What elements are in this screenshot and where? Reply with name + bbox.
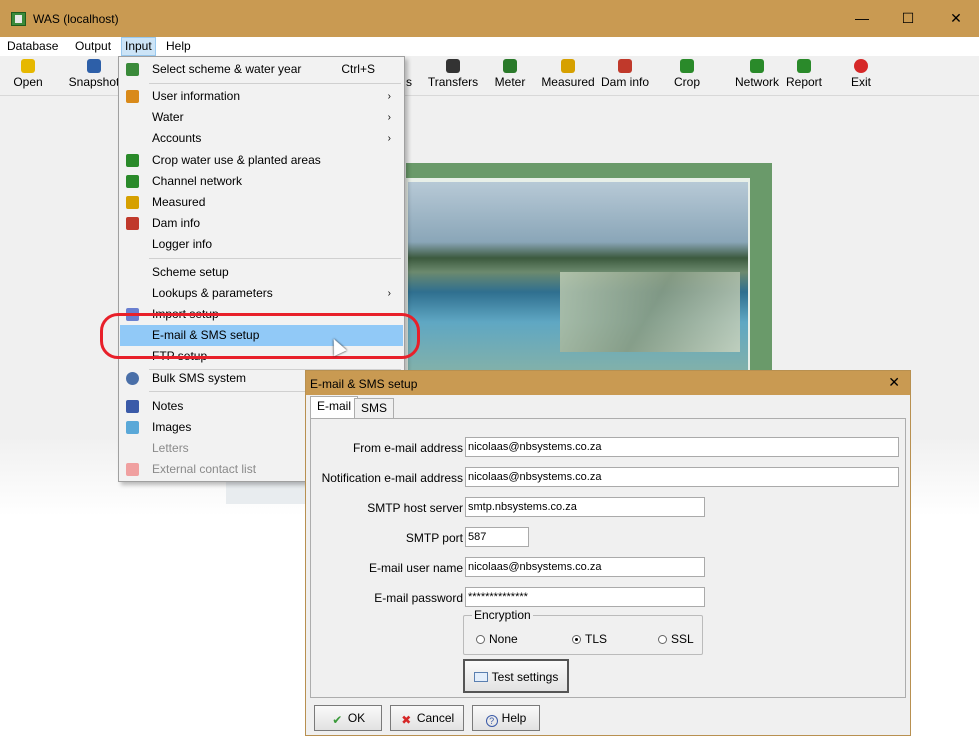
crop-button[interactable]: Crop [670,56,704,96]
envelope-icon [473,672,488,682]
report-icon [797,59,811,73]
transfers-button[interactable]: Transfers [426,56,480,96]
menu-dam-info[interactable]: Dam info [120,213,403,234]
smtp-port-input[interactable] [465,527,529,547]
toolbar-partial-button[interactable]: s [404,56,414,96]
dialog-title-bar: E-mail & SMS setup ✕ [306,371,910,395]
snapshot-button[interactable]: Snapshot [68,56,120,96]
checkmark-icon: ✔ [332,713,343,727]
menu-lookups-parameters[interactable]: Lookups & parameters › [120,283,403,304]
email-settings-panel: From e-mail address Notification e-mail … [310,418,906,698]
ruler-icon [126,196,139,209]
network-button[interactable]: Network [732,56,782,96]
highlight-annotation [100,313,420,359]
scheme-icon [126,63,139,76]
menu-scheme-setup[interactable]: Scheme setup [120,262,403,283]
measured-button[interactable]: Measured [540,56,596,96]
exit-icon [854,59,868,73]
meter-icon [503,59,517,73]
menu-help[interactable]: Help [166,39,191,53]
save-icon [87,59,101,73]
cancel-button[interactable]: ✖ Cancel [390,705,464,731]
from-email-label: From e-mail address [352,441,463,455]
notification-email-input[interactable] [465,467,899,487]
radio-none[interactable]: None [476,632,518,646]
phone-icon [126,463,139,476]
email-username-label: E-mail user name [368,561,463,575]
menu-accounts[interactable]: Accounts › [120,128,403,149]
network-icon [750,59,764,73]
menu-crop-water-use[interactable]: Crop water use & planted areas [120,150,403,171]
sms-icon [126,372,139,385]
encryption-group: Encryption None TLS SSL [463,608,703,655]
crop-icon [126,154,139,167]
users-icon [126,90,139,103]
from-email-input[interactable] [465,437,899,457]
meter-button[interactable]: Meter [490,56,530,96]
menu-database[interactable]: Database [7,39,58,53]
tab-sms[interactable]: SMS [354,398,395,418]
menu-water[interactable]: Water › [120,107,403,128]
dam-icon [618,59,632,73]
report-button[interactable]: Report [784,56,824,96]
smtp-host-input[interactable] [465,497,705,517]
dialog-close-button[interactable]: ✕ [888,374,900,391]
radio-ssl-indicator [658,635,667,644]
open-button[interactable]: Open [10,56,46,96]
menu-bar: Database Output Input Help [0,37,979,56]
images-icon [126,421,139,434]
radio-tls-indicator [572,635,581,644]
encryption-legend: Encryption [472,608,533,622]
email-password-label: E-mail password [374,591,463,605]
smtp-host-label: SMTP host server [367,501,463,515]
email-sms-setup-dialog: E-mail & SMS setup ✕ E-mail SMS From e-m… [305,370,911,736]
close-button[interactable]: ✕ [933,0,979,37]
radio-none-indicator [476,635,485,644]
menu-input[interactable]: Input [121,37,156,56]
folder-open-icon [21,59,35,73]
dam-info-button[interactable]: Dam info [598,56,652,96]
minimize-button[interactable]: — [839,0,885,37]
help-button[interactable]: ? Help [472,705,540,731]
app-icon [11,12,26,26]
radio-ssl[interactable]: SSL [658,632,694,646]
ruler-icon [561,59,575,73]
menu-channel-network[interactable]: Channel network [120,171,403,192]
notes-icon [126,400,139,413]
help-question-icon: ? [485,715,498,727]
test-settings-button[interactable]: Test settings [463,659,569,693]
network-icon [126,175,139,188]
tab-email[interactable]: E-mail [310,396,359,418]
crop-icon [680,59,694,73]
cancel-x-icon: ✖ [401,713,412,727]
window-title: WAS (localhost) [33,12,119,26]
dialog-title: E-mail & SMS setup [310,377,418,391]
menu-output[interactable]: Output [75,39,111,53]
maximize-button[interactable]: ☐ [885,0,931,37]
notification-email-label: Notification e-mail address [321,471,463,485]
menu-measured[interactable]: Measured [120,192,403,213]
transfers-icon [446,59,460,73]
menu-logger-info[interactable]: Logger info [120,234,403,255]
email-password-input[interactable] [465,587,705,607]
radio-tls[interactable]: TLS [572,632,607,646]
dam-icon [126,217,139,230]
title-bar: WAS (localhost) — ☐ ✕ [0,0,979,37]
smtp-port-label: SMTP port [405,531,463,545]
menu-user-information[interactable]: User information › [120,86,403,107]
menu-separator [149,258,401,259]
menu-select-scheme[interactable]: Select scheme & water year Ctrl+S [120,59,403,80]
email-username-input[interactable] [465,557,705,577]
menu-separator [149,83,401,84]
exit-button[interactable]: Exit [848,56,874,96]
splash-money-image [560,272,740,352]
ok-button[interactable]: ✔ OK [314,705,382,731]
